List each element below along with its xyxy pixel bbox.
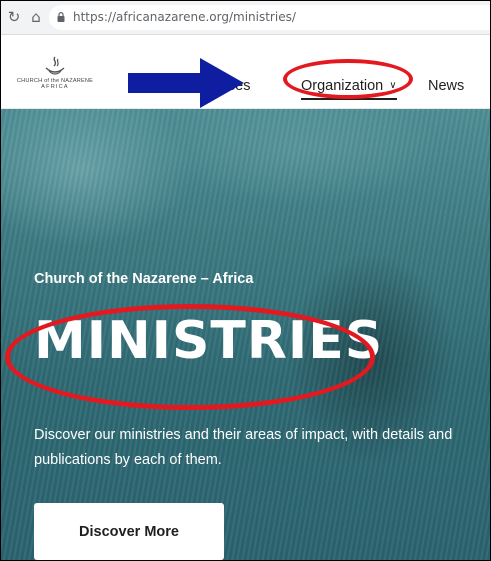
logo-text-line2: AFRICA	[41, 84, 69, 90]
annotation-arrow	[128, 58, 244, 108]
browser-toolbar: ↻ ⌂ https://africanazarene.org/ministrie…	[1, 1, 490, 35]
url-text[interactable]: https://africanazarene.org/ministries/	[73, 5, 296, 30]
discover-more-button[interactable]: Discover More	[34, 503, 224, 560]
annotation-circle-organization	[283, 59, 413, 99]
annotation-circle-ministries	[5, 304, 375, 410]
reload-icon[interactable]: ↻	[5, 8, 23, 26]
hero-subtitle: Church of the Nazarene – Africa	[34, 271, 254, 287]
nav-item-news[interactable]: News	[428, 78, 464, 94]
screenshot-frame: ↻ ⌂ https://africanazarene.org/ministrie…	[0, 0, 491, 561]
flame-logo-icon	[45, 56, 65, 75]
home-icon[interactable]: ⌂	[27, 8, 45, 26]
lock-icon	[57, 12, 65, 22]
site-logo[interactable]: CHURCH of the NAZARENE AFRICA	[16, 56, 94, 90]
address-bar[interactable]: https://africanazarene.org/ministries/	[49, 5, 490, 30]
hero-description: Discover our ministries and their areas …	[34, 427, 453, 468]
